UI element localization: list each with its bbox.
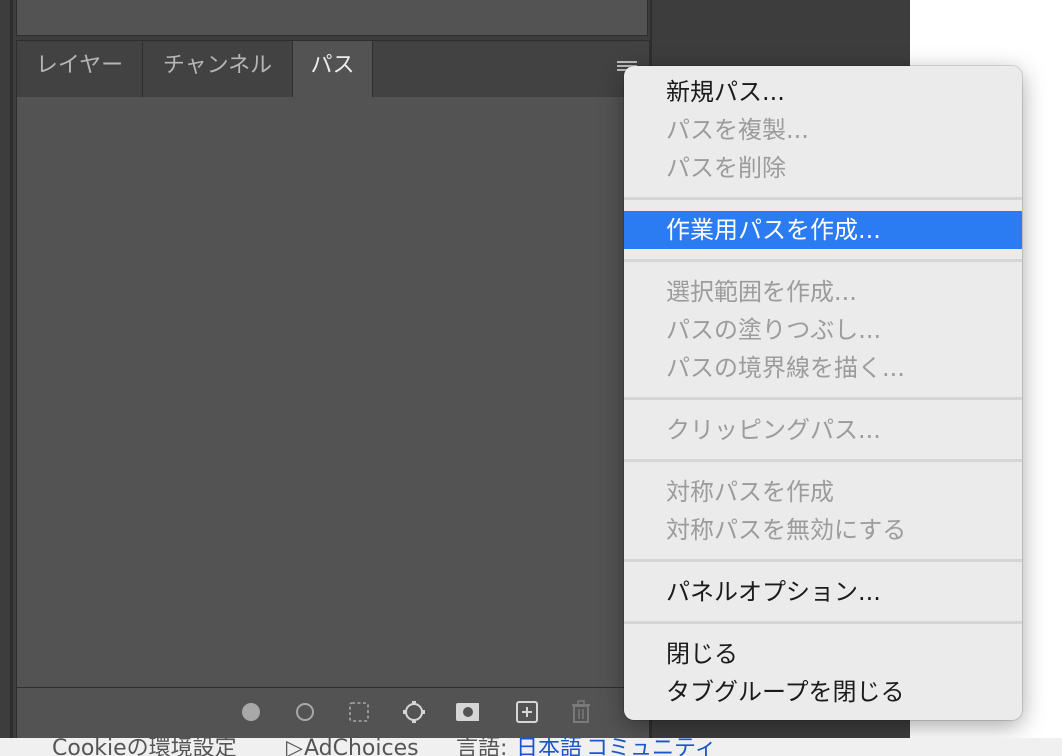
- menu-item-new-path[interactable]: 新規パス...: [624, 73, 1022, 111]
- menu-item-close-tab-group[interactable]: タブグループを閉じる: [624, 673, 1022, 711]
- make-work-path-icon[interactable]: [401, 700, 425, 724]
- menu-item-close[interactable]: 閉じる: [624, 635, 1022, 673]
- tab-channels[interactable]: チャンネル: [143, 41, 293, 97]
- menu-separator: [624, 621, 1022, 624]
- menu-item-duplicate-path[interactable]: パスを複製...: [624, 111, 1022, 149]
- menu-item-make-work-path[interactable]: 作業用パスを作成...: [624, 211, 1022, 249]
- upper-panel: [16, 0, 648, 36]
- menu-separator: [624, 459, 1022, 462]
- menu-item-make-symmetry-path[interactable]: 対称パスを作成: [624, 473, 1022, 511]
- tab-layers[interactable]: レイヤー: [17, 41, 143, 97]
- paths-panel-context-menu: 新規パス... パスを複製... パスを削除 作業用パスを作成... 選択範囲を…: [624, 66, 1022, 720]
- paths-list: [17, 97, 649, 687]
- community-link[interactable]: コミュニティ: [586, 738, 717, 756]
- menu-separator: [624, 197, 1022, 200]
- fill-path-icon[interactable]: [239, 700, 263, 724]
- language-label: 言語:: [456, 738, 508, 756]
- menu-separator: [624, 397, 1022, 400]
- frame-edge: [10, 0, 13, 738]
- new-path-icon[interactable]: [515, 700, 539, 724]
- menu-separator: [624, 559, 1022, 562]
- adchoices-link[interactable]: AdChoices: [304, 738, 419, 756]
- load-selection-icon[interactable]: [347, 700, 371, 724]
- add-mask-icon[interactable]: [455, 700, 479, 724]
- adchoices-icon[interactable]: ▷: [286, 738, 303, 756]
- panel-tab-bar: レイヤー チャンネル パス: [17, 41, 649, 97]
- menu-item-delete-path[interactable]: パスを削除: [624, 149, 1022, 187]
- menu-item-clipping-path[interactable]: クリッピングパス...: [624, 411, 1022, 449]
- language-selector[interactable]: 日本語: [516, 738, 582, 756]
- trash-icon[interactable]: [569, 700, 593, 724]
- menu-item-fill-path[interactable]: パスの塗りつぶし...: [624, 311, 1022, 349]
- cookie-settings-link[interactable]: Cookieの環境設定: [52, 738, 237, 756]
- menu-separator: [624, 259, 1022, 262]
- menu-item-panel-options[interactable]: パネルオプション...: [624, 573, 1022, 611]
- menu-item-stroke-path[interactable]: パスの境界線を描く...: [624, 349, 1022, 387]
- stroke-path-icon[interactable]: [293, 700, 317, 724]
- paths-panel: レイヤー チャンネル パス: [16, 40, 650, 738]
- panel-footer: [17, 687, 649, 738]
- menu-item-make-selection[interactable]: 選択範囲を作成...: [624, 273, 1022, 311]
- tab-paths[interactable]: パス: [293, 41, 373, 97]
- menu-item-disable-symmetry-path[interactable]: 対称パスを無効にする: [624, 511, 1022, 549]
- page-footer: Cookieの環境設定 ▷ AdChoices 言語: 日本語 コミュニティ: [0, 738, 1062, 756]
